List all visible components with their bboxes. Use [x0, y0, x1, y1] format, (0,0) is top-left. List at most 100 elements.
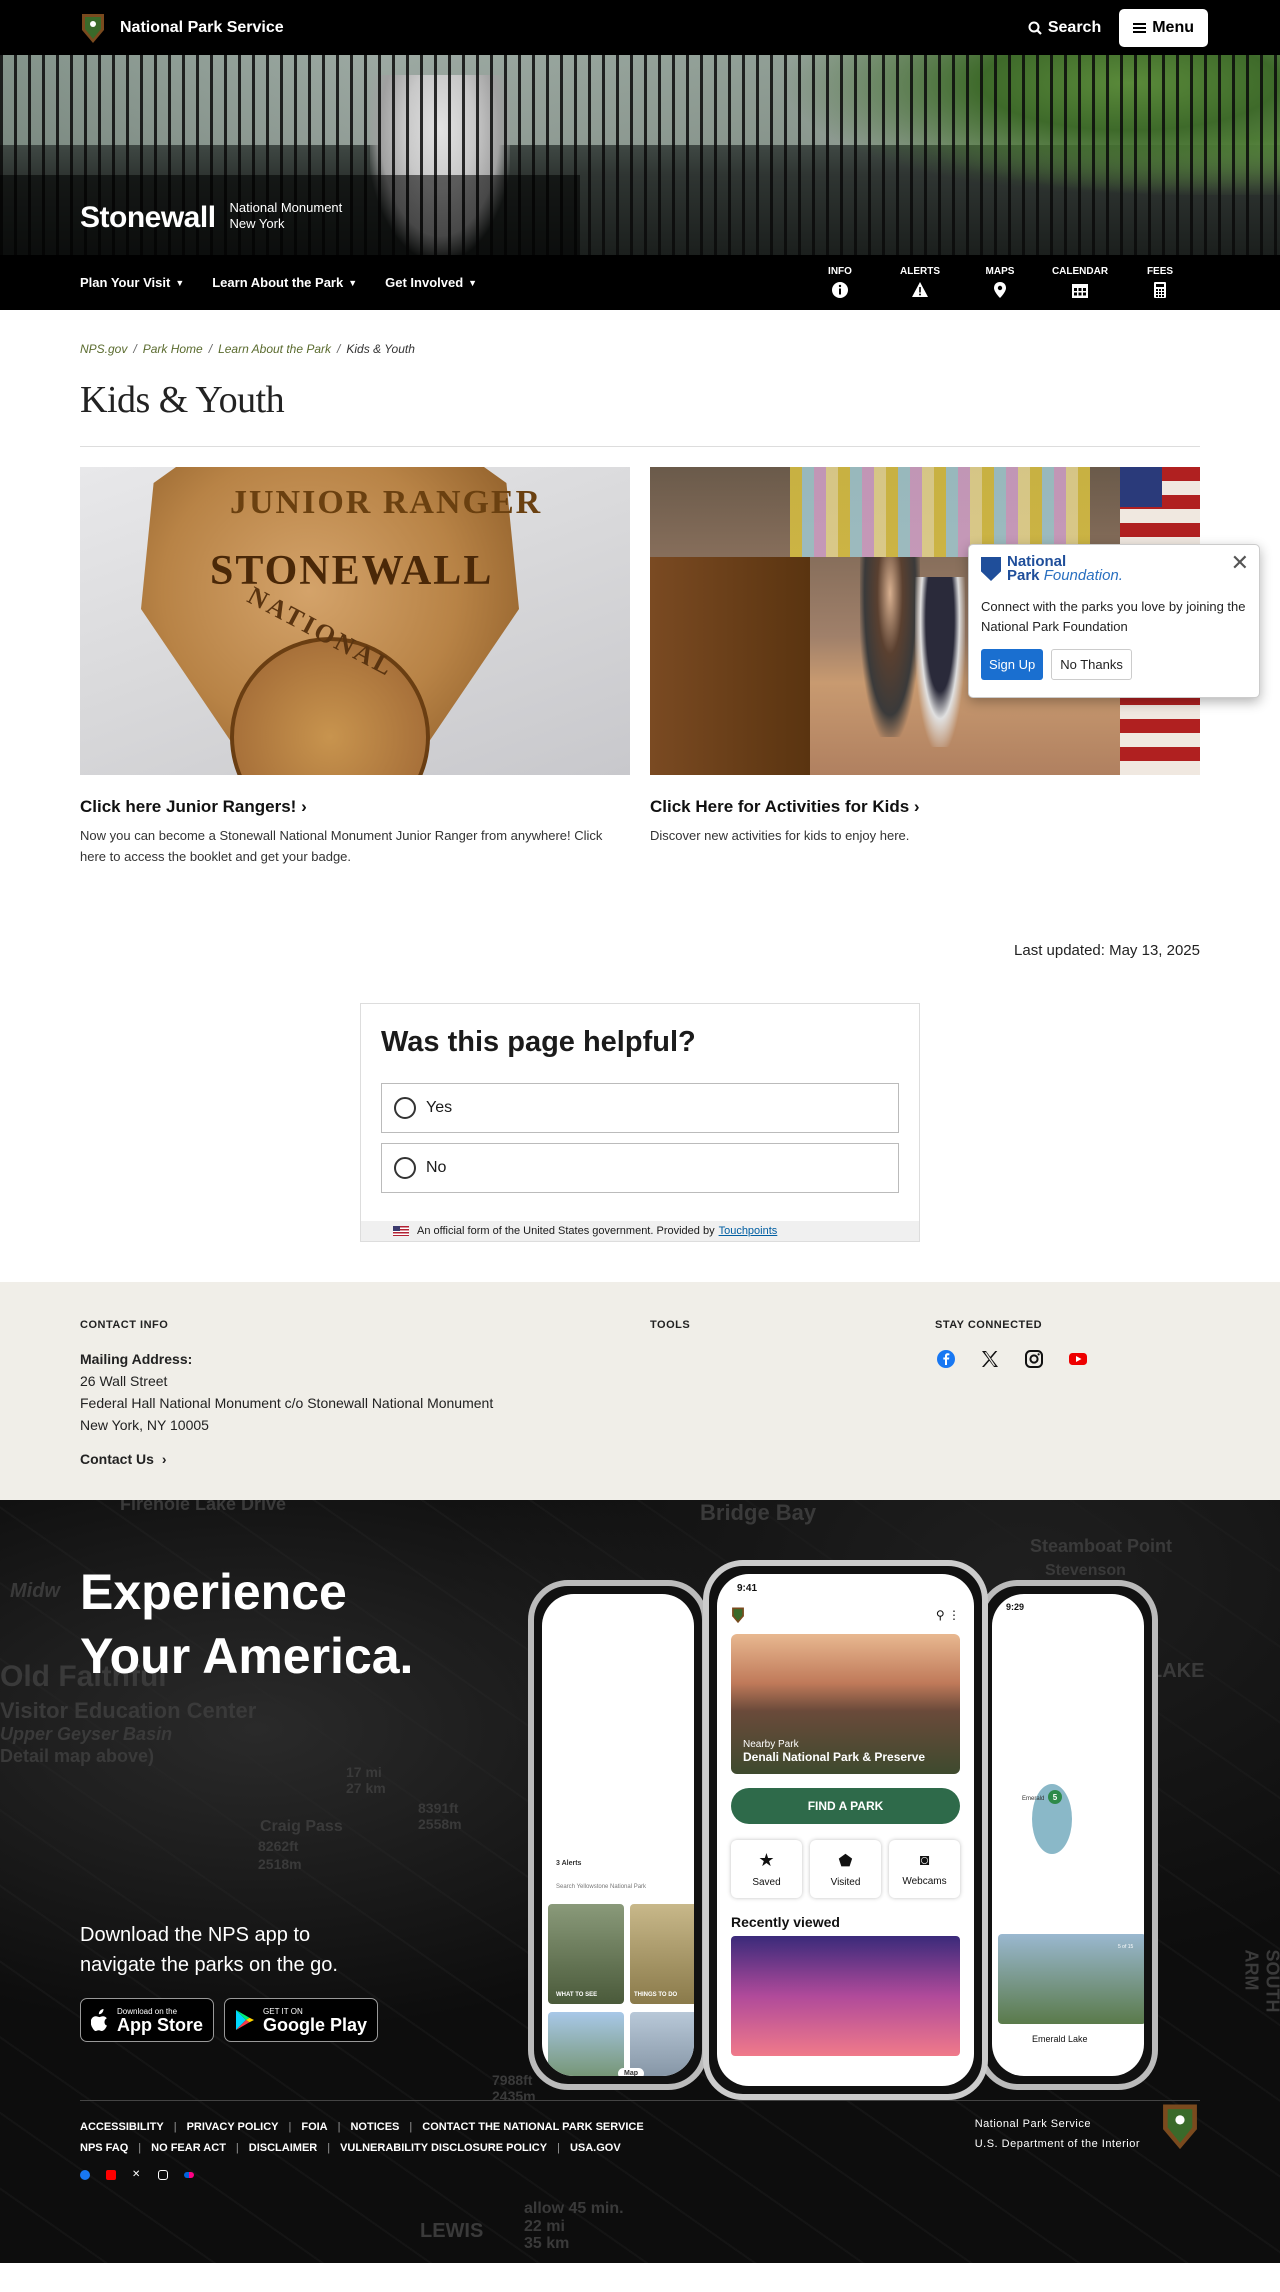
footer-link-notices[interactable]: NOTICES	[350, 2117, 399, 2138]
breadcrumb-nps-gov[interactable]: NPS.gov	[80, 342, 127, 356]
footer-link-usa-gov[interactable]: USA.GOV	[570, 2138, 621, 2159]
tile-image	[548, 2012, 624, 2076]
star-icon: ★	[758, 1850, 775, 1870]
top-bar: National Park Service Search Menu	[0, 0, 1280, 55]
footer-link-disclaimer[interactable]: DISCLAIMER	[249, 2138, 317, 2159]
radio-button[interactable]	[394, 1097, 416, 1119]
tile-label: Saved	[752, 1877, 781, 1888]
breadcrumb: NPS.gov / Park Home / Learn About the Park…	[80, 342, 1200, 356]
footer-link-foia[interactable]: FOIA	[301, 2117, 327, 2138]
nav-label: Get Involved	[385, 275, 464, 290]
map-label: Upper Geyser Basin	[0, 1724, 173, 1744]
junior-ranger-badge-image[interactable]: JUNIOR RANGER STONEWALL NATIONAL	[80, 467, 630, 775]
contact-section: CONTACT INFO Mailing Address: 26 Wall St…	[0, 1282, 1280, 1500]
quick-link-calendar[interactable]: CALENDAR	[1040, 266, 1120, 299]
nearby-label: Nearby Park	[743, 1739, 799, 1750]
brand-name: National Park Service	[120, 18, 284, 36]
quick-link-info[interactable]: INFO	[800, 266, 880, 299]
google-play-button[interactable]: GET IT ON Google Play	[224, 1998, 379, 2042]
footer-link-accessibility[interactable]: ACCESSIBILITY	[80, 2117, 164, 2138]
stay-connected-heading: STAY CONNECTED	[935, 1319, 1043, 1331]
contact-us-link[interactable]: Contact Us ›	[80, 1448, 650, 1470]
footer-link-no-fear-act[interactable]: NO FEAR ACT	[151, 2138, 226, 2159]
footer-facebook-link[interactable]	[80, 2170, 90, 2180]
touchpoints-link[interactable]: Touchpoints	[719, 1225, 778, 1237]
park-name-block: Stonewall National Monument New York	[80, 200, 342, 235]
quick-link-fees[interactable]: FEES	[1120, 266, 1200, 299]
nps-home-link[interactable]: National Park Service	[80, 12, 284, 44]
map-label: Bridge Bay	[700, 1500, 817, 1525]
x-link[interactable]	[979, 1348, 1001, 1370]
youtube-link[interactable]	[1067, 1348, 1089, 1370]
footer-x-link[interactable]: ✕	[132, 2170, 142, 2180]
phone-nps-app-home: 9:41 ⚲ ⋮ Nearby Park Denali National Par…	[703, 1560, 988, 2100]
youtube-icon	[106, 2170, 116, 2180]
store-text: Download on the App Store	[117, 2007, 203, 2034]
divider: |	[235, 2142, 239, 2154]
store-text: GET IT ON Google Play	[263, 2007, 367, 2034]
breadcrumb-learn-about-the-park[interactable]: Learn About the Park	[218, 342, 331, 356]
activities-link[interactable]: Click Here for Activities for Kids ›	[650, 797, 920, 816]
headline-line: Experience	[80, 1564, 347, 1620]
nav-plan-your-visit[interactable]: Plan Your Visit ▼	[80, 275, 184, 290]
instagram-icon	[1023, 1348, 1045, 1370]
agency-line: National Park Service	[974, 2118, 1091, 2130]
facebook-icon	[935, 1348, 957, 1370]
breadcrumb-park-home[interactable]: Park Home	[143, 342, 203, 356]
divider: |	[337, 2121, 341, 2133]
card-description: Discover new activities for kids to enjo…	[650, 828, 910, 843]
park-name[interactable]: Stonewall	[80, 201, 216, 235]
card-title: Click Here for Activities for Kids	[650, 797, 910, 816]
address-line: New York, NY 10005	[80, 1417, 209, 1433]
search-button[interactable]: Search	[1028, 19, 1101, 37]
map-label: 17 mi	[346, 1764, 382, 1780]
find-a-park-button: FIND A PARK	[731, 1788, 960, 1824]
quick-link-alerts[interactable]: ALERTS	[880, 266, 960, 299]
info-icon	[832, 282, 848, 298]
npf-wordmark-line: Foundation.	[1043, 567, 1123, 584]
feedback-option-yes[interactable]: Yes	[381, 1083, 899, 1133]
footer-link-nps-faq[interactable]: NPS FAQ	[80, 2138, 128, 2159]
radio-button[interactable]	[394, 1157, 416, 1179]
nav-learn-about-the-park[interactable]: Learn About the Park ▼	[212, 275, 357, 290]
hamburger-icon	[1133, 22, 1147, 33]
breadcrumb-separator: /	[133, 342, 137, 356]
map-label: Detail map above)	[0, 1746, 155, 1766]
app-store-button[interactable]: Download on the App Store	[80, 1998, 215, 2042]
caret-down-icon: ▼	[468, 277, 478, 288]
nav-get-involved[interactable]: Get Involved ▼	[385, 275, 477, 290]
badge-title-text: JUNIOR RANGER	[230, 484, 543, 521]
quick-link-label: CALENDAR	[1051, 266, 1109, 277]
instagram-link[interactable]	[1023, 1348, 1045, 1370]
feedback-option-no[interactable]: No	[381, 1143, 899, 1193]
quick-link-maps[interactable]: MAPS	[960, 266, 1040, 299]
map-marker-label: Emerald	[1022, 1796, 1045, 1802]
divider: |	[327, 2142, 331, 2154]
tile-label: Visited	[830, 1876, 861, 1888]
quick-links: INFO ALERTS MAPS CALENDAR FEES	[800, 266, 1200, 299]
breadcrumb-separator: /	[208, 342, 213, 356]
close-icon[interactable]: ✕	[1231, 552, 1249, 574]
facebook-link[interactable]	[935, 1348, 957, 1370]
footer-link-vulnerability-disclosure[interactable]: VULNERABILITY DISCLOSURE POLICY	[340, 2138, 547, 2159]
chevron-right-icon: ›	[161, 1451, 167, 1467]
no-thanks-button[interactable]: No Thanks	[1051, 649, 1132, 680]
card-title: Click here Junior Rangers!	[80, 797, 297, 816]
junior-ranger-link[interactable]: Click here Junior Rangers! ›	[80, 797, 307, 816]
menu-button[interactable]: Menu	[1119, 8, 1208, 47]
search-icon	[1028, 21, 1042, 35]
footer-link-contact-nps[interactable]: CONTACT THE NATIONAL PARK SERVICE	[422, 2117, 643, 2138]
webcam-icon: ◙	[919, 1851, 930, 1869]
x-icon: ✕	[132, 2169, 141, 2180]
map-label: allow 45 min.	[524, 2200, 624, 2217]
footer-instagram-link[interactable]	[158, 2170, 168, 2180]
map-label: 22 mi	[524, 2218, 565, 2235]
junior-ranger-card: JUNIOR RANGER STONEWALL NATIONAL Click h…	[80, 467, 630, 867]
sign-up-button[interactable]: Sign Up	[981, 649, 1044, 680]
footer-link-privacy-policy[interactable]: PRIVACY POLICY	[187, 2117, 279, 2138]
nearby-park-card: Nearby Park Denali National Park & Prese…	[731, 1634, 960, 1774]
footer-youtube-link[interactable]	[106, 2170, 116, 2180]
footer-flickr-link[interactable]	[184, 2170, 194, 2180]
flickr-icon	[184, 2172, 194, 2178]
map-label: 8391ft	[418, 1800, 459, 1816]
